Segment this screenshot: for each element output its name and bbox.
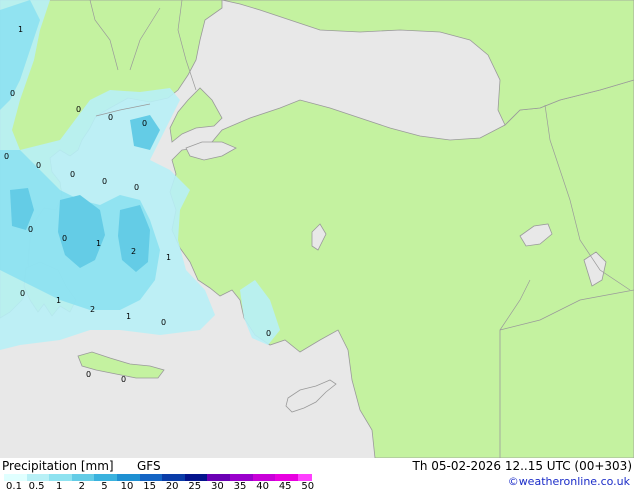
map-point-label: 0 — [86, 370, 91, 379]
map-point-label: 1 — [18, 25, 23, 34]
credit-link[interactable]: ©weatheronline.co.uk — [508, 475, 630, 489]
map-point-label: 1 — [166, 253, 171, 262]
map-footer: Precipitation [mm] GFS Th 05-02-2026 12.… — [0, 458, 634, 492]
map-point-label: 0 — [76, 105, 81, 114]
scale-tick-label: 45 — [278, 481, 292, 492]
map-point-label: 0 — [102, 177, 107, 186]
map-point-label: 0 — [20, 289, 25, 298]
scale-swatch — [4, 474, 27, 481]
map-point-label: 0 — [28, 225, 33, 234]
valid-time: Th 05-02-2026 12..15 UTC (00+303) — [412, 459, 632, 473]
map-point-label: 0 — [70, 170, 75, 179]
scale-tick-label: 15 — [143, 481, 156, 492]
map-point-label: 0 — [121, 375, 126, 384]
scale-tick-label: 50 — [301, 481, 315, 492]
scale-swatch — [71, 474, 95, 481]
map-point-label: 1 — [96, 239, 101, 248]
scale-tick-label: 1 — [56, 481, 63, 492]
map-title: Precipitation [mm] — [2, 459, 114, 473]
map-point-label: 1 — [126, 312, 131, 321]
map-point-label: 0 — [10, 89, 15, 98]
scale-tick-label: 35 — [233, 481, 247, 492]
scale-swatch — [184, 474, 208, 481]
scale-swatch — [252, 474, 276, 481]
scale-swatch — [49, 474, 72, 481]
scale-swatch — [230, 474, 253, 481]
map-point-label: 0 — [161, 318, 166, 327]
scale-swatch — [139, 474, 163, 481]
precipitation-map: 1 0 0 0 0 0 0 0 0 0 0 0 1 2 1 0 1 1 2 1 … — [0, 0, 634, 458]
scale-swatch — [26, 474, 50, 481]
map-point-label: 0 — [266, 329, 271, 338]
scale-swatch — [162, 474, 185, 481]
scale-tick-label: 2 — [78, 481, 85, 492]
scale-tick-label: 0.1 — [6, 481, 22, 492]
scale-tick-label: 0.5 — [28, 481, 45, 492]
scale-tick-label: 5 — [101, 481, 108, 492]
scale-tick-label: 25 — [188, 481, 202, 492]
scale-swatch — [275, 474, 298, 481]
scale-swatch — [117, 474, 140, 481]
map-point-label: 2 — [131, 247, 136, 256]
map-point-label: 0 — [108, 113, 113, 122]
scale-tick-label: 40 — [256, 481, 269, 492]
map-point-label: 1 — [56, 296, 61, 305]
scale-swatch — [94, 474, 117, 481]
map-point-label: 0 — [36, 161, 41, 170]
scale-tick-label: 30 — [211, 481, 224, 492]
scale-tick-label: 20 — [165, 481, 179, 492]
scale-swatch — [297, 474, 312, 481]
map-point-label: 0 — [62, 234, 67, 243]
model-name: GFS — [137, 459, 161, 473]
map-point-label: 0 — [142, 119, 147, 128]
map-point-label: 0 — [4, 152, 9, 161]
scale-tick-label: 10 — [120, 481, 134, 492]
precip-color-scale: 0.1 0.5 1 2 5 10 15 20 25 30 35 40 45 50 — [2, 474, 332, 492]
map-point-label: 2 — [90, 305, 95, 314]
scale-swatch — [207, 474, 230, 481]
